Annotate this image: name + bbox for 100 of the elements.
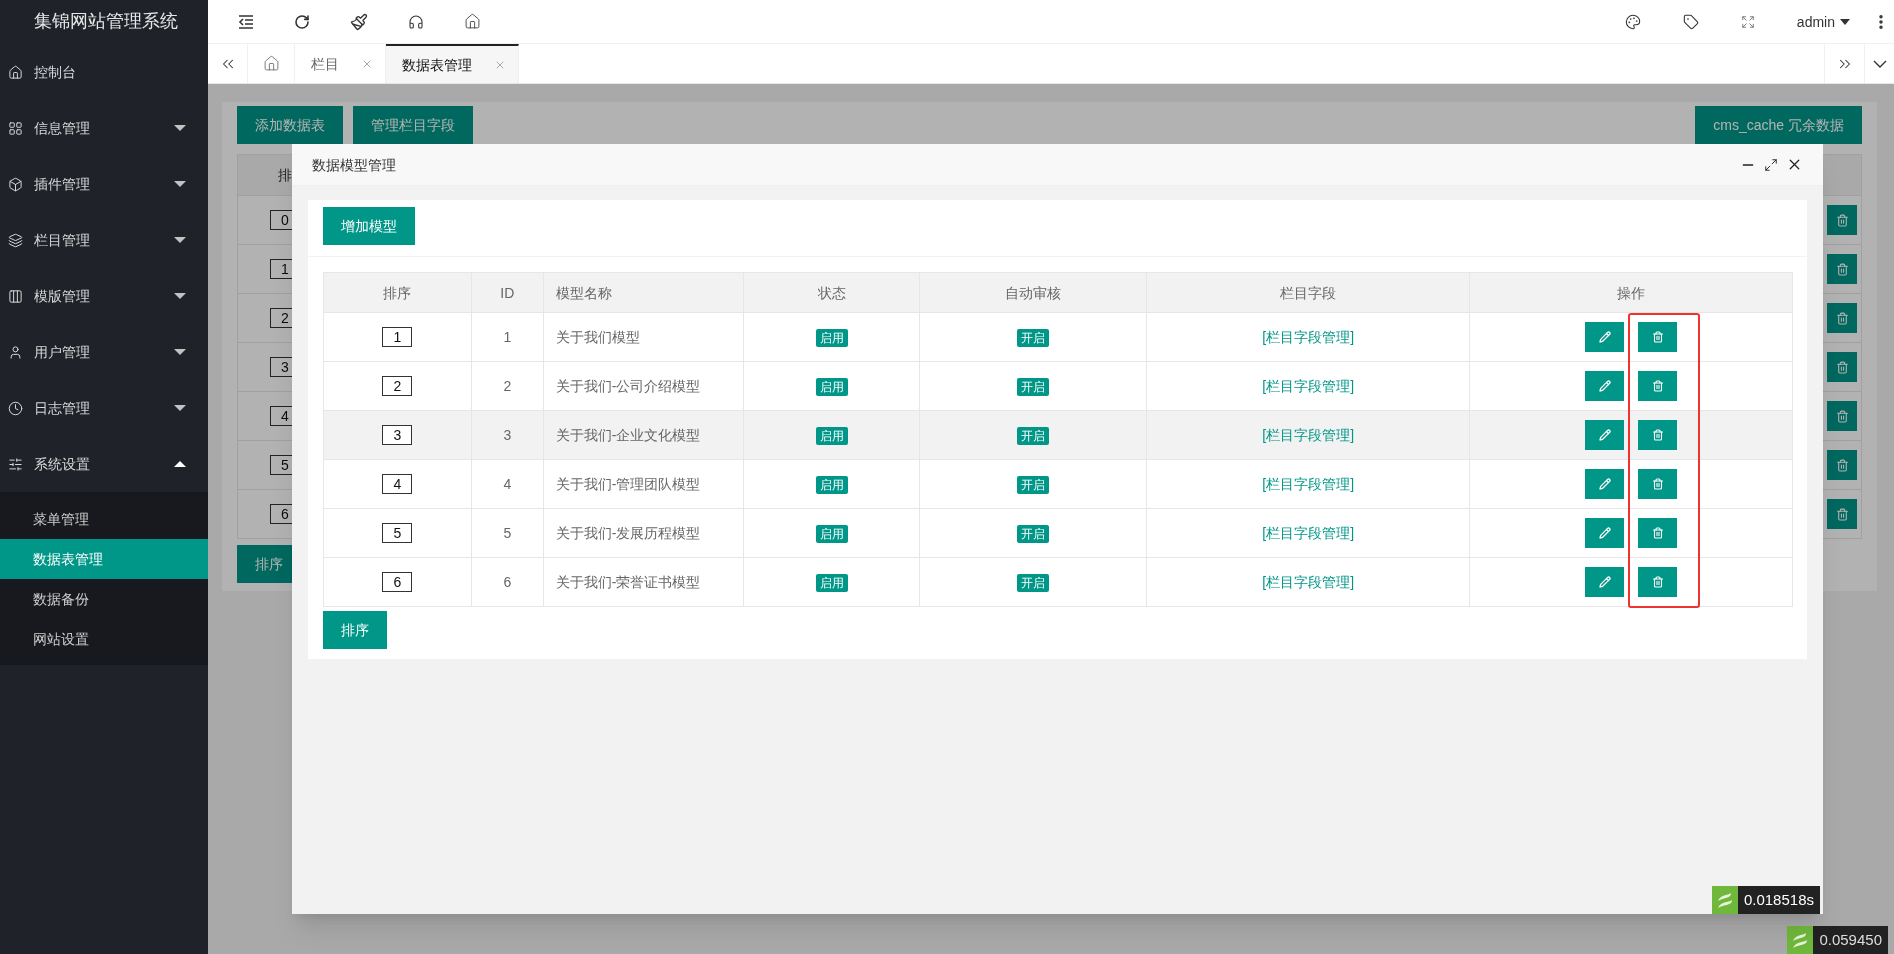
brush-icon[interactable] <box>350 12 368 31</box>
delete-button[interactable] <box>1827 401 1857 431</box>
tag-icon[interactable] <box>1682 13 1699 30</box>
page-tab[interactable]: 数据表管理 <box>386 44 519 83</box>
delete-button[interactable] <box>1827 205 1857 235</box>
pencil-icon <box>1598 331 1611 343</box>
order-input[interactable]: 3 <box>382 425 413 445</box>
trash-icon <box>1835 409 1849 423</box>
edit-button[interactable] <box>1585 469 1625 499</box>
submenu-item[interactable]: 数据备份 <box>0 579 208 619</box>
pencil-icon <box>1598 478 1611 490</box>
fullscreen-icon[interactable] <box>1740 14 1755 29</box>
delete-button[interactable] <box>1638 567 1678 597</box>
headset-icon[interactable] <box>408 13 424 30</box>
trash-icon <box>1835 262 1849 276</box>
logo-icon <box>1711 886 1738 914</box>
auto-review-badge: 开启 <box>1017 574 1050 592</box>
add-model-button[interactable]: 增加模型 <box>323 207 415 245</box>
delete-button[interactable] <box>1638 518 1678 548</box>
edit-button[interactable] <box>1585 518 1625 548</box>
order-input[interactable]: 1 <box>382 327 413 347</box>
delete-button[interactable] <box>1638 420 1678 450</box>
status-badge: 启用 <box>815 525 848 543</box>
edit-button[interactable] <box>1585 567 1625 597</box>
sidebar-item[interactable]: 栏目管理 <box>0 212 208 268</box>
fields-link[interactable]: [栏目字段管理] <box>1262 525 1355 541</box>
cube-icon <box>8 176 23 192</box>
auto-review-badge: 开启 <box>1017 427 1050 445</box>
columns-icon <box>8 288 23 304</box>
table-cell: 关于我们-管理团队模型 <box>543 459 744 509</box>
fields-link[interactable]: [栏目字段管理] <box>1262 378 1355 394</box>
sort-button[interactable]: 排序 <box>323 611 387 649</box>
delete-button[interactable] <box>1638 469 1678 499</box>
table-cell: 关于我们-公司介绍模型 <box>543 361 744 411</box>
delete-button[interactable] <box>1827 499 1857 529</box>
delete-button[interactable] <box>1827 254 1857 284</box>
auto-review-badge: 开启 <box>1017 476 1050 494</box>
pencil-icon <box>1598 429 1611 441</box>
timer-label: 0.059450 <box>1813 926 1888 954</box>
fields-link[interactable]: [栏目字段管理] <box>1262 476 1355 492</box>
status-badge: 启用 <box>815 427 848 445</box>
refresh-icon[interactable] <box>294 13 310 30</box>
sidebar-item[interactable]: 信息管理 <box>0 100 208 156</box>
edit-button[interactable] <box>1585 420 1625 450</box>
status-badge: 启用 <box>815 574 848 592</box>
order-input[interactable]: 2 <box>382 376 413 396</box>
trash-icon <box>1835 311 1849 325</box>
logo-icon <box>1787 926 1814 954</box>
auto-review-badge: 开启 <box>1017 378 1050 396</box>
table-cell: 4 <box>471 459 544 509</box>
column-header: 模型名称 <box>543 272 744 313</box>
sidebar-item[interactable]: 系统设置 <box>0 436 208 492</box>
table-cell: 1 <box>471 312 544 362</box>
order-input[interactable]: 6 <box>382 572 413 592</box>
delete-button[interactable] <box>1827 352 1857 382</box>
fields-link[interactable]: [栏目字段管理] <box>1262 574 1355 590</box>
edit-button[interactable] <box>1585 322 1625 352</box>
edit-button[interactable] <box>1585 371 1625 401</box>
delete-button[interactable] <box>1638 371 1678 401</box>
sidebar-item[interactable]: 日志管理 <box>0 380 208 436</box>
submenu-item[interactable]: 网站设置 <box>0 619 208 659</box>
table-cell: 关于我们-荣誉证书模型 <box>543 557 744 607</box>
order-input[interactable]: 4 <box>382 474 413 494</box>
layers-icon <box>8 232 23 248</box>
column-header: 自动审核 <box>920 272 1147 313</box>
pencil-icon <box>1598 527 1611 539</box>
trash-icon <box>1651 429 1664 441</box>
home-icon[interactable] <box>464 13 481 30</box>
status-badge: 启用 <box>815 378 848 396</box>
sidebar-item[interactable]: 用户管理 <box>0 324 208 380</box>
sidebar-item[interactable]: 模版管理 <box>0 268 208 324</box>
home-icon <box>8 64 23 80</box>
timer-label: 0.018518s <box>1737 886 1820 914</box>
column-header: ID <box>471 272 544 313</box>
delete-button[interactable] <box>1827 450 1857 480</box>
grid-icon <box>8 120 23 136</box>
auto-review-badge: 开启 <box>1017 525 1050 543</box>
order-input[interactable]: 5 <box>382 523 413 543</box>
status-badge: 启用 <box>815 476 848 494</box>
delete-button[interactable] <box>1638 322 1678 352</box>
user-menu[interactable]: admin <box>1796 11 1850 32</box>
fields-link[interactable]: [栏目字段管理] <box>1262 329 1355 345</box>
table-cell: 关于我们-发展历程模型 <box>543 508 744 558</box>
clock-icon <box>8 400 23 416</box>
submenu-item[interactable]: 数据表管理 <box>0 539 208 579</box>
trash-icon <box>1651 576 1664 588</box>
palette-icon[interactable] <box>1624 13 1641 30</box>
sidebar-item[interactable]: 插件管理 <box>0 156 208 212</box>
column-header: 排序 <box>323 272 472 313</box>
trash-icon <box>1835 507 1849 521</box>
maximize-icon[interactable] <box>1764 157 1778 172</box>
pencil-icon <box>1598 380 1611 392</box>
menu-fold-icon[interactable] <box>238 14 254 29</box>
table-cell: 6 <box>471 557 544 607</box>
submenu-item[interactable]: 菜单管理 <box>0 499 208 539</box>
table-cell: 5 <box>471 508 544 558</box>
sidebar-item[interactable]: 控制台 <box>0 44 208 100</box>
trash-icon <box>1835 213 1849 227</box>
delete-button[interactable] <box>1827 303 1857 333</box>
app-title: 集锦网站管理系统 <box>34 10 178 34</box>
